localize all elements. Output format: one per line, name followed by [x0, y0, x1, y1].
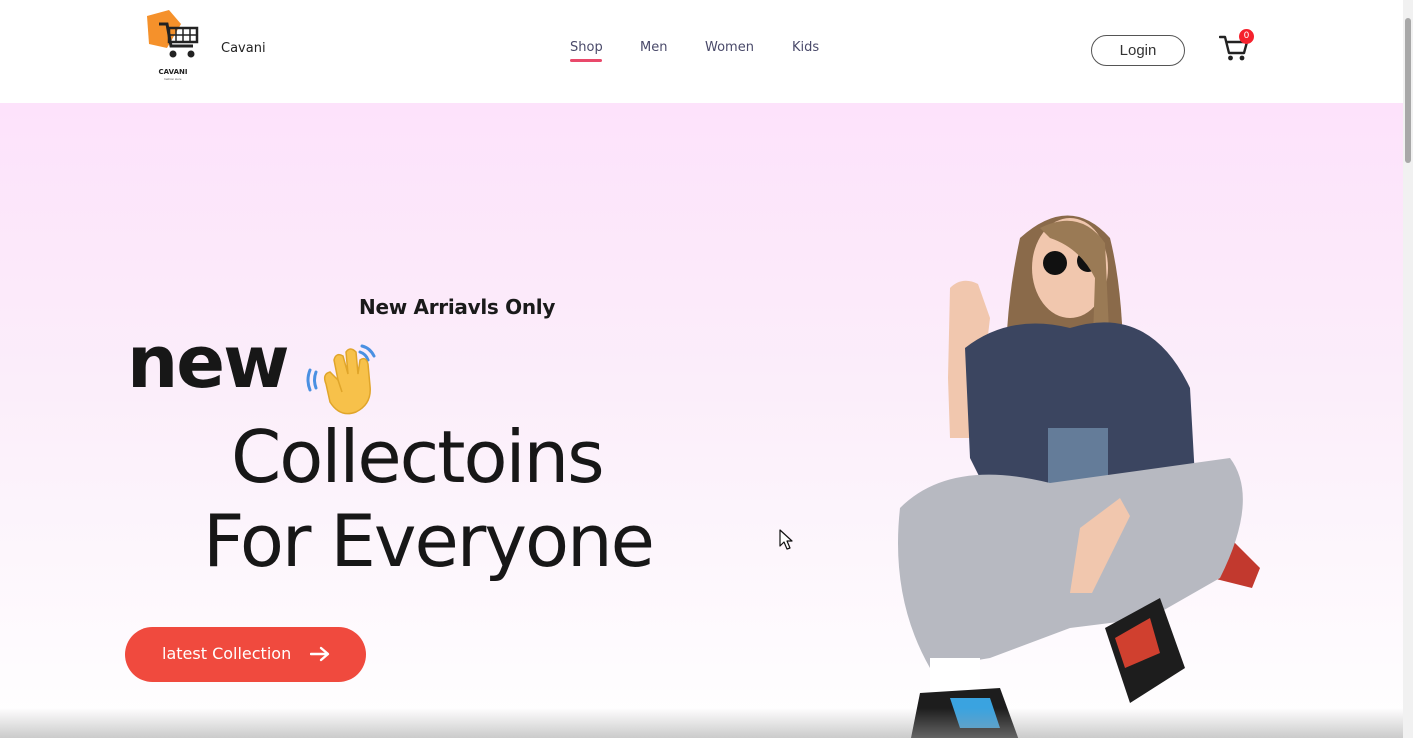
section-divider-shadow	[0, 708, 1403, 738]
waving-hand-icon	[304, 340, 384, 416]
cart-logo-icon	[147, 10, 199, 58]
scrollbar-thumb[interactable]	[1405, 18, 1411, 163]
logo[interactable]: CAVANI fashion store	[143, 10, 203, 84]
latest-collection-button[interactable]: latest Collection	[125, 627, 366, 682]
nav-link-kids[interactable]: Kids	[792, 40, 819, 55]
nav-link-shop[interactable]: Shop	[570, 40, 603, 55]
hero-headline-line3: For Everyone	[203, 499, 655, 583]
login-button[interactable]: Login	[1091, 35, 1185, 66]
cart-count-badge: 0	[1239, 29, 1254, 44]
latest-collection-label: latest Collection	[162, 644, 292, 663]
hero-section: New Arriavls Only new Collectoins For Ev…	[0, 103, 1403, 738]
active-nav-indicator	[570, 59, 602, 62]
nav-link-men[interactable]: Men	[640, 40, 667, 55]
navbar: CAVANI fashion store Cavani Shop Men Wom…	[0, 0, 1403, 103]
hero-model-image	[898, 215, 1260, 738]
page-scrollbar[interactable]	[1403, 0, 1413, 738]
brand-name[interactable]: Cavani	[221, 41, 266, 56]
hero-headline-line2: Collectoins	[231, 415, 605, 499]
mouse-pointer-icon	[779, 529, 793, 550]
logo-caption: CAVANI	[158, 68, 188, 76]
arrow-right-icon	[310, 646, 330, 662]
hero-tagline: New Arriavls Only	[359, 295, 556, 319]
logo-subcaption: fashion store	[164, 77, 182, 81]
hero-headline-line1: new	[127, 320, 290, 404]
nav-link-women[interactable]: Women	[705, 40, 754, 55]
